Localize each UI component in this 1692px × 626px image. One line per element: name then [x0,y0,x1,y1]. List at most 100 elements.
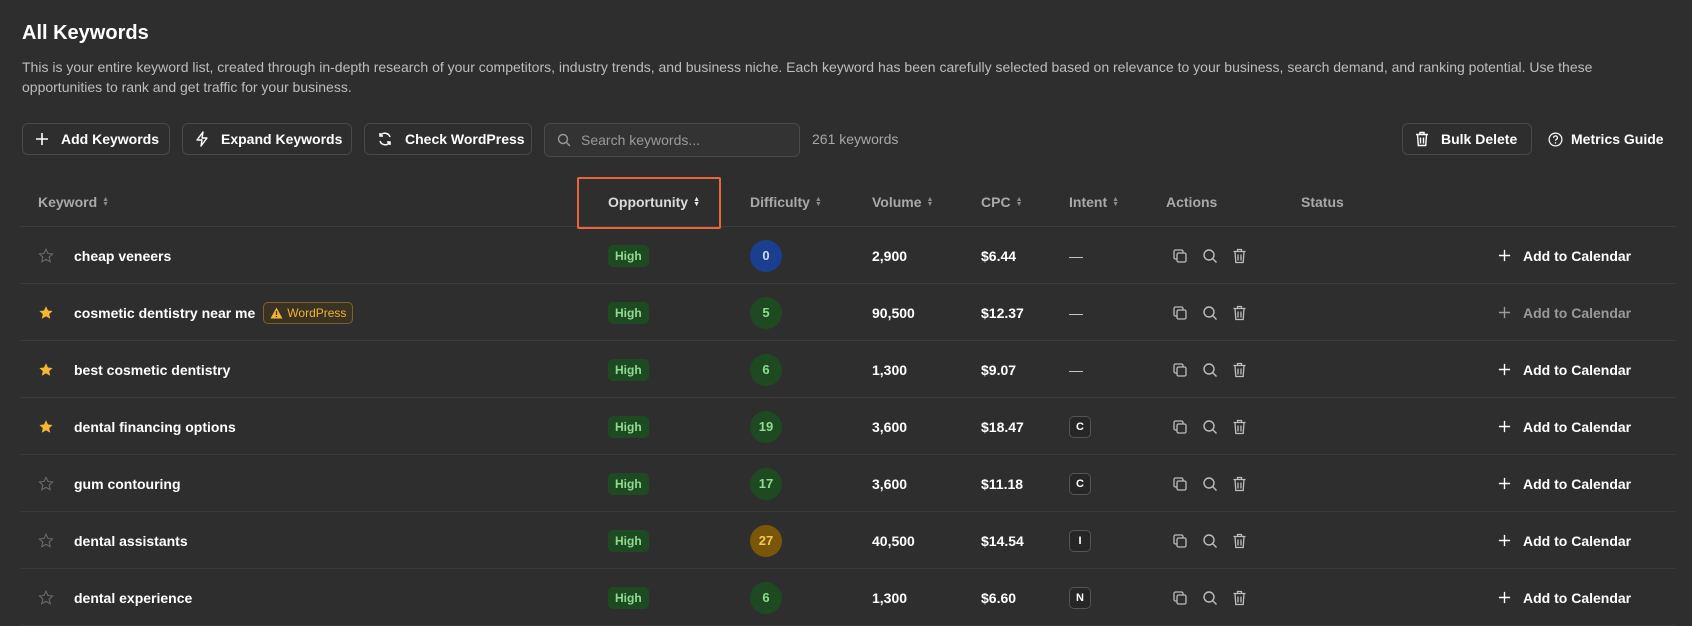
page-title: All Keywords [22,22,149,44]
difficulty-badge: 17 [750,467,782,500]
keyword-cell: dental assistants [74,512,188,569]
trash-icon[interactable] [1232,590,1247,606]
opportunity-badge: High [608,415,649,438]
actions-cell [1172,398,1261,455]
copy-icon[interactable] [1172,476,1188,492]
keyword-text: dental financing options [74,418,236,435]
difficulty-cell: 6 [750,341,782,398]
trash-icon[interactable] [1232,476,1247,492]
add-to-calendar-button[interactable]: Add to Calendar [1498,512,1631,569]
keyword-cell: dental financing options [74,398,236,455]
difficulty-badge: 6 [750,353,782,386]
expand-keywords-button[interactable]: Expand Keywords [182,123,352,155]
table-row: dental assistants High 27 40,500 $14.54 … [20,512,1676,569]
check-wordpress-button[interactable]: Check WordPress [364,123,532,155]
copy-icon[interactable] [1172,362,1188,378]
star-toggle[interactable] [38,284,54,341]
intent-tag: I [1069,529,1091,552]
trash-icon [1416,131,1428,147]
star-outline-icon [38,247,54,264]
star-toggle[interactable] [38,227,54,284]
volume-cell: 2,900 [872,247,908,264]
copy-icon[interactable] [1172,305,1188,321]
trash-icon[interactable] [1232,248,1247,264]
difficulty-cell: 0 [750,227,782,284]
add-to-calendar-button[interactable]: Add to Calendar [1498,227,1631,284]
cpc-cell: $18.47 [981,418,1024,435]
header-difficulty[interactable]: Difficulty ▲ ▼ [750,194,822,210]
volume-cell: 1,300 [872,589,908,606]
metrics-guide-label: Metrics Guide [1571,131,1664,147]
search-icon[interactable] [1202,476,1218,492]
search-icon[interactable] [1202,533,1218,549]
opportunity-badge: High [608,244,649,267]
volume-cell: 3,600 [872,418,908,435]
table-row: gum contouring High 17 3,600 $11.18 C Ad… [20,455,1676,512]
actions-cell [1172,455,1261,512]
expand-keywords-label: Expand Keywords [221,131,343,147]
opportunity-cell: High [608,398,649,455]
keyword-text: dental assistants [74,532,188,549]
sort-icon: ▲ ▼ [102,196,110,208]
difficulty-cell: 5 [750,284,782,341]
search-icon[interactable] [1202,248,1218,264]
copy-icon[interactable] [1172,590,1188,606]
star-outline-icon [38,532,54,549]
plus-icon [1498,249,1511,262]
search-icon[interactable] [1202,305,1218,321]
plus-icon [1498,591,1511,604]
keywords-table: Keyword ▲ ▼ Opportunity ▲ ▼ Difficulty ▲ ▼ Vol… [20,177,1676,626]
copy-icon[interactable] [1172,419,1188,435]
search-input[interactable] [581,132,781,148]
search-icon[interactable] [1202,419,1218,435]
plus-icon [1498,534,1511,547]
bulk-delete-button[interactable]: Bulk Delete [1402,123,1532,155]
table-header: Keyword ▲ ▼ Opportunity ▲ ▼ Difficulty ▲ ▼ Vol… [20,177,1676,229]
add-to-calendar-button[interactable]: Add to Calendar [1498,398,1631,455]
opportunity-badge: High [608,586,649,609]
add-to-calendar-button[interactable]: Add to Calendar [1498,284,1631,341]
trash-icon[interactable] [1232,533,1247,549]
metrics-guide-button[interactable]: Metrics Guide [1548,123,1664,155]
header-intent[interactable]: Intent ▲ ▼ [1069,194,1119,210]
star-toggle[interactable] [38,398,54,455]
intent-cell: I [1069,512,1091,569]
difficulty-cell: 17 [750,455,782,512]
star-filled-icon [38,419,54,435]
keyword-cell: gum contouring [74,455,181,512]
star-outline-icon [38,589,54,606]
keyword-cell: cheap veneers [74,227,171,284]
add-to-calendar-button[interactable]: Add to Calendar [1498,455,1631,512]
add-to-calendar-button[interactable]: Add to Calendar [1498,569,1631,626]
copy-icon[interactable] [1172,533,1188,549]
trash-icon[interactable] [1232,419,1247,435]
keyword-text: cosmetic dentistry near me [74,304,256,321]
star-toggle[interactable] [38,341,54,398]
star-toggle[interactable] [38,512,54,569]
search-icon [557,133,571,147]
cpc-cell: $6.60 [981,589,1017,606]
header-cpc[interactable]: CPC ▲ ▼ [981,194,1023,210]
copy-icon[interactable] [1172,248,1188,264]
cpc-cell: $14.54 [981,532,1024,549]
header-status-label: Status [1301,194,1344,210]
difficulty-badge: 19 [750,410,782,443]
help-circle-icon [1548,132,1563,146]
star-toggle[interactable] [38,455,54,512]
add-keywords-button[interactable]: Add Keywords [22,123,170,155]
trash-icon[interactable] [1232,305,1247,321]
header-volume[interactable]: Volume ▲ ▼ [872,194,933,210]
add-to-calendar-label: Add to Calendar [1523,247,1632,264]
trash-icon[interactable] [1232,362,1247,378]
header-keyword[interactable]: Keyword ▲ ▼ [38,194,109,210]
add-to-calendar-button[interactable]: Add to Calendar [1498,341,1631,398]
actions-cell [1172,227,1261,284]
intent-value: — [1069,361,1083,378]
search-icon[interactable] [1202,362,1218,378]
cpc-cell: $9.07 [981,361,1017,378]
plus-icon [1498,477,1511,490]
sort-icon: ▲ ▼ [1112,196,1120,208]
actions-cell [1172,512,1261,569]
star-toggle[interactable] [38,569,54,626]
search-icon[interactable] [1202,590,1218,606]
